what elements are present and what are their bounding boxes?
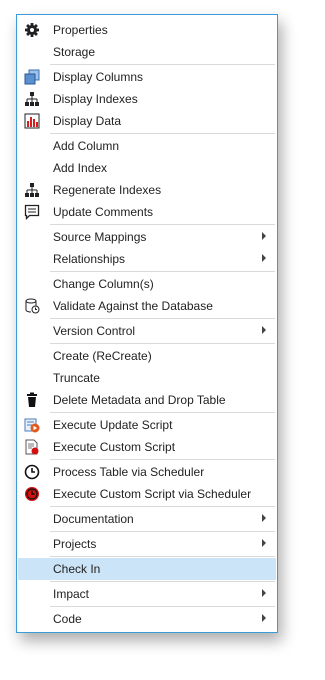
comment-icon — [24, 204, 40, 220]
separator — [50, 531, 275, 532]
menu-item-relationships[interactable]: Relationships — [18, 248, 276, 270]
menu-item-code[interactable]: Code — [18, 608, 276, 630]
separator — [50, 506, 275, 507]
execute-custom-script-icon — [24, 439, 40, 455]
menu-item-storage[interactable]: Storage — [18, 41, 276, 63]
menu-item-display-columns[interactable]: Display Columns — [18, 66, 276, 88]
menu-item-label: Display Data — [53, 114, 122, 128]
submenu-arrow-icon — [262, 232, 266, 240]
menu-item-label: Regenerate Indexes — [53, 183, 162, 197]
menu-item-regenerate-indexes[interactable]: Regenerate Indexes — [18, 179, 276, 201]
menu-item-label: Source Mappings — [53, 230, 147, 244]
menu-item-create-recreate[interactable]: Create (ReCreate) — [18, 345, 276, 367]
menu-item-label: Validate Against the Database — [53, 299, 213, 313]
submenu-arrow-icon — [262, 326, 266, 334]
trash-icon — [24, 392, 40, 408]
menu-item-label: Delete Metadata and Drop Table — [53, 393, 226, 407]
gear-icon — [24, 22, 40, 38]
menu-item-projects[interactable]: Projects — [18, 533, 276, 555]
bar-chart-icon — [24, 113, 40, 129]
submenu-arrow-icon — [262, 614, 266, 622]
menu-item-display-data[interactable]: Display Data — [18, 110, 276, 132]
menu-item-label: Relationships — [53, 252, 126, 266]
menu-item-execute-custom-script-scheduler[interactable]: Execute Custom Script via Scheduler — [18, 483, 276, 505]
menu-item-label: Update Comments — [53, 205, 154, 219]
menu-item-label: Execute Custom Script — [53, 440, 176, 454]
menu-item-impact[interactable]: Impact — [18, 583, 276, 605]
menu-item-label: Check In — [53, 562, 101, 576]
menu-item-label: Create (ReCreate) — [53, 349, 152, 363]
menu-item-version-control[interactable]: Version Control — [18, 320, 276, 342]
separator — [50, 224, 275, 225]
menu-item-label: Truncate — [53, 371, 100, 385]
red-clock-icon — [24, 486, 40, 502]
menu-item-change-columns[interactable]: Change Column(s) — [18, 273, 276, 295]
separator — [50, 343, 275, 344]
menu-item-label: Impact — [53, 587, 90, 601]
separator — [50, 64, 275, 65]
separator — [50, 581, 275, 582]
menu-item-label: Version Control — [53, 324, 136, 338]
display-columns-icon — [24, 69, 40, 85]
menu-item-label: Projects — [53, 537, 97, 551]
menu-item-truncate[interactable]: Truncate — [18, 367, 276, 389]
menu-item-check-in[interactable]: Check In — [18, 558, 276, 580]
menu-item-label: Code — [53, 612, 82, 626]
menu-item-label: Storage — [53, 45, 96, 59]
menu-item-label: Add Index — [53, 161, 108, 175]
menu-item-label: Display Columns — [53, 70, 144, 84]
menu-item-source-mappings[interactable]: Source Mappings — [18, 226, 276, 248]
menu-item-properties[interactable]: Properties — [18, 19, 276, 41]
menu-item-display-indexes[interactable]: Display Indexes — [18, 88, 276, 110]
submenu-arrow-icon — [262, 539, 266, 547]
separator — [50, 412, 275, 413]
submenu-arrow-icon — [262, 514, 266, 522]
menu-item-label: Display Indexes — [53, 92, 138, 106]
menu-item-label: Execute Custom Script via Scheduler — [53, 487, 252, 501]
execute-update-script-icon — [24, 417, 40, 433]
menu-item-label: Process Table via Scheduler — [53, 465, 205, 479]
menu-item-update-comments[interactable]: Update Comments — [18, 201, 276, 223]
hierarchy-icon — [24, 91, 40, 107]
menu-item-delete-metadata-drop-table[interactable]: Delete Metadata and Drop Table — [18, 389, 276, 411]
menu-item-label: Add Column — [53, 139, 120, 153]
menu-item-label: Execute Update Script — [53, 418, 173, 432]
menu-item-process-table-scheduler[interactable]: Process Table via Scheduler — [18, 461, 276, 483]
menu-item-execute-custom-script[interactable]: Execute Custom Script — [18, 436, 276, 458]
hierarchy-icon — [24, 182, 40, 198]
menu-item-add-index[interactable]: Add Index — [18, 157, 276, 179]
clock-icon — [24, 464, 40, 480]
menu-item-execute-update-script[interactable]: Execute Update Script — [18, 414, 276, 436]
menu-item-add-column[interactable]: Add Column — [18, 135, 276, 157]
menu-item-label: Documentation — [53, 512, 134, 526]
separator — [50, 318, 275, 319]
menu-item-documentation[interactable]: Documentation — [18, 508, 276, 530]
database-check-icon — [24, 298, 40, 314]
submenu-arrow-icon — [262, 589, 266, 597]
submenu-arrow-icon — [262, 254, 266, 262]
menu-item-label: Properties — [53, 23, 108, 37]
menu-item-label: Change Column(s) — [53, 277, 154, 291]
separator — [50, 459, 275, 460]
separator — [50, 606, 275, 607]
separator — [50, 133, 275, 134]
separator — [50, 271, 275, 272]
context-menu: Properties Storage Display Columns Displ… — [16, 14, 278, 633]
menu-item-validate-database[interactable]: Validate Against the Database — [18, 295, 276, 317]
separator — [50, 556, 275, 557]
